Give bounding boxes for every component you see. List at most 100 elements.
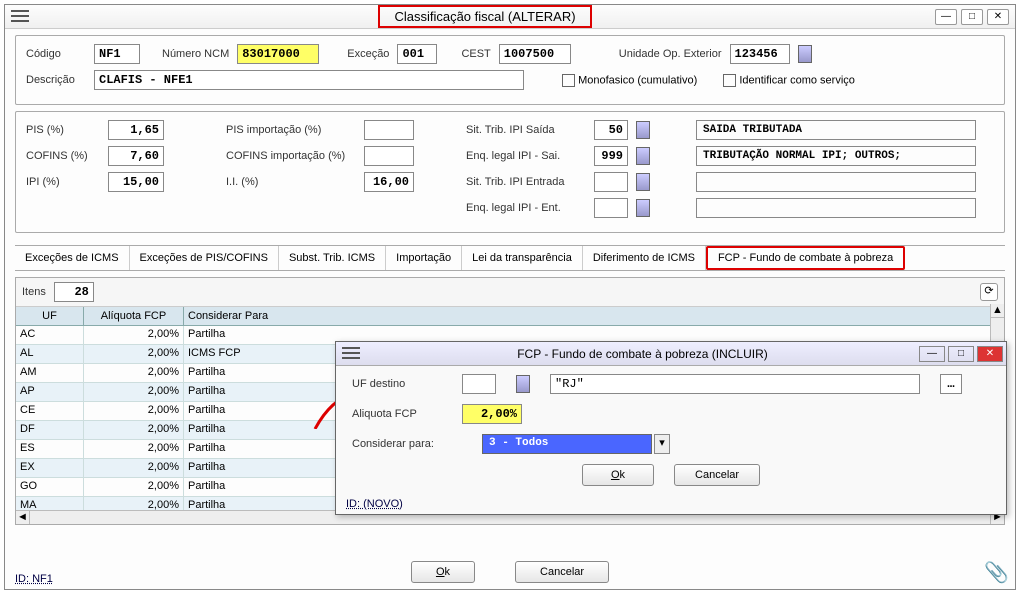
cell-aliq: 2,00% xyxy=(84,421,184,439)
enq-ent-text xyxy=(696,198,976,218)
dialog-minimize-button[interactable]: — xyxy=(919,346,945,362)
cofins-imp-label: COFINS importação (%) xyxy=(226,150,356,162)
mono-label: Monofasico (cumulativo) xyxy=(578,74,697,86)
grid-refresh-icon[interactable]: ⟳ xyxy=(980,283,998,301)
pis-imp-label: PIS importação (%) xyxy=(226,124,356,136)
itens-label: Itens xyxy=(22,286,46,298)
ipi-field[interactable]: 15,00 xyxy=(108,172,164,192)
cest-field[interactable]: 1007500 xyxy=(499,44,571,64)
enq-saida-field[interactable]: 999 xyxy=(594,146,628,166)
cell-uf: EX xyxy=(16,459,84,477)
cell-aliq: 2,00% xyxy=(84,440,184,458)
cofins-imp-field[interactable] xyxy=(364,146,414,166)
sit-ent-text xyxy=(696,172,976,192)
descricao-field[interactable]: CLAFIS - NFE1 xyxy=(94,70,524,90)
cell-uf: AM xyxy=(16,364,84,382)
main-window: Classificação fiscal (ALTERAR) — □ ✕ Cód… xyxy=(4,4,1016,590)
dlg-cancel-button[interactable]: Cancelar xyxy=(674,464,760,486)
enq-ent-lookup-icon[interactable] xyxy=(636,199,650,217)
sit-ent-field[interactable] xyxy=(594,172,628,192)
sit-ent-lookup-icon[interactable] xyxy=(636,173,650,191)
unidade-lookup-icon[interactable] xyxy=(798,45,812,63)
chevron-down-icon[interactable]: ▾ xyxy=(654,434,670,454)
dlg-uf-text[interactable]: "RJ" xyxy=(550,374,920,394)
dlg-cons-select[interactable]: 3 - Todos xyxy=(482,434,652,454)
ii-field[interactable]: 16,00 xyxy=(364,172,414,192)
cell-aliq: 2,00% xyxy=(84,364,184,382)
unidade-label: Unidade Op. Exterior xyxy=(619,48,722,60)
descricao-label: Descrição xyxy=(26,74,86,86)
enq-saida-label: Enq. legal IPI - Sai. xyxy=(466,150,586,162)
dialog-title: FCP - Fundo de combate à pobreza (INCLUI… xyxy=(366,347,919,361)
dlg-ok-button[interactable]: Ok xyxy=(582,464,654,486)
ii-label: I.I. (%) xyxy=(226,176,356,188)
cell-uf: DF xyxy=(16,421,84,439)
unidade-field[interactable]: 123456 xyxy=(730,44,790,64)
cell-aliq: 2,00% xyxy=(84,459,184,477)
cell-aliq: 2,00% xyxy=(84,345,184,363)
cofins-label: COFINS (%) xyxy=(26,150,100,162)
dialog-close-button[interactable]: ✕ xyxy=(977,346,1003,362)
dlg-id-link[interactable]: ID: (NOVO) xyxy=(346,498,403,510)
cell-uf: GO xyxy=(16,478,84,496)
tab-diferimento-icms[interactable]: Diferimento de ICMS xyxy=(583,246,706,270)
dlg-uf-browse-button[interactable]: … xyxy=(940,374,962,394)
taxes-panel: PIS (%)1,65 COFINS (%)7,60 IPI (%)15,00 … xyxy=(15,111,1005,233)
enq-saida-lookup-icon[interactable] xyxy=(636,147,650,165)
servico-label: Identificar como serviço xyxy=(739,74,855,86)
excecao-label: Exceção xyxy=(347,48,389,60)
ncm-label: Número NCM xyxy=(162,48,229,60)
dlg-uf-lookup-icon[interactable] xyxy=(516,375,530,393)
cell-uf: ES xyxy=(16,440,84,458)
dlg-aliq-field[interactable]: 2,00% xyxy=(462,404,522,424)
itens-count: 28 xyxy=(54,282,94,302)
dialog-maximize-button[interactable]: □ xyxy=(948,346,974,362)
cell-aliq: 2,00% xyxy=(84,326,184,344)
enq-ent-field[interactable] xyxy=(594,198,628,218)
menu-icon[interactable] xyxy=(11,10,29,24)
excecao-field[interactable]: 001 xyxy=(397,44,437,64)
tab-lei-transparencia[interactable]: Lei da transparência xyxy=(462,246,583,270)
tab-subst-trib[interactable]: Subst. Trib. ICMS xyxy=(279,246,386,270)
cell-aliq: 2,00% xyxy=(84,383,184,401)
header-panel: Código NF1 Número NCM 83017000 Exceção 0… xyxy=(15,35,1005,105)
minimize-button[interactable]: — xyxy=(935,9,957,25)
dlg-uf-code[interactable] xyxy=(462,374,496,394)
cancel-button[interactable]: Cancelar xyxy=(515,561,609,583)
maximize-button[interactable]: □ xyxy=(961,9,983,25)
col-considerar[interactable]: Considerar Para xyxy=(184,307,1004,325)
pis-imp-field[interactable] xyxy=(364,120,414,140)
id-link[interactable]: ID: NF1 xyxy=(15,573,53,585)
dlg-cons-label: Considerar para: xyxy=(352,438,462,450)
codigo-field[interactable]: NF1 xyxy=(94,44,140,64)
sit-ent-label: Sit. Trib. IPI Entrada xyxy=(466,176,586,188)
window-title: Classificação fiscal (ALTERAR) xyxy=(378,5,591,28)
ipi-label: IPI (%) xyxy=(26,176,100,188)
cell-aliq: 2,00% xyxy=(84,478,184,496)
ok-button[interactable]: Ok xyxy=(411,561,475,583)
tab-importacao[interactable]: Importação xyxy=(386,246,462,270)
enq-saida-text: TRIBUTAÇÃO NORMAL IPI; OUTROS; xyxy=(696,146,976,166)
sit-saida-lookup-icon[interactable] xyxy=(636,121,650,139)
col-uf[interactable]: UF xyxy=(16,307,84,325)
pis-field[interactable]: 1,65 xyxy=(108,120,164,140)
col-aliquota[interactable]: Alíquota FCP xyxy=(84,307,184,325)
cest-label: CEST xyxy=(461,48,490,60)
tab-fcp[interactable]: FCP - Fundo de combate à pobreza xyxy=(706,246,905,270)
tab-excecoes-icms[interactable]: Exceções de ICMS xyxy=(15,246,130,270)
attachment-icon[interactable]: 📎 xyxy=(984,560,1009,585)
sit-saida-field[interactable]: 50 xyxy=(594,120,628,140)
cell-aliq: 2,00% xyxy=(84,402,184,420)
tab-excecoes-piscofins[interactable]: Exceções de PIS/COFINS xyxy=(130,246,279,270)
dlg-uf-label: UF destino xyxy=(352,378,442,390)
close-button[interactable]: ✕ xyxy=(987,9,1009,25)
cofins-field[interactable]: 7,60 xyxy=(108,146,164,166)
cell-uf: AP xyxy=(16,383,84,401)
dialog-menu-icon[interactable] xyxy=(342,347,360,361)
cell-uf: CE xyxy=(16,402,84,420)
servico-checkbox[interactable] xyxy=(723,74,736,87)
tab-bar: Exceções de ICMS Exceções de PIS/COFINS … xyxy=(15,245,1005,271)
titlebar: Classificação fiscal (ALTERAR) — □ ✕ xyxy=(5,5,1015,29)
mono-checkbox[interactable] xyxy=(562,74,575,87)
ncm-field[interactable]: 83017000 xyxy=(237,44,319,64)
